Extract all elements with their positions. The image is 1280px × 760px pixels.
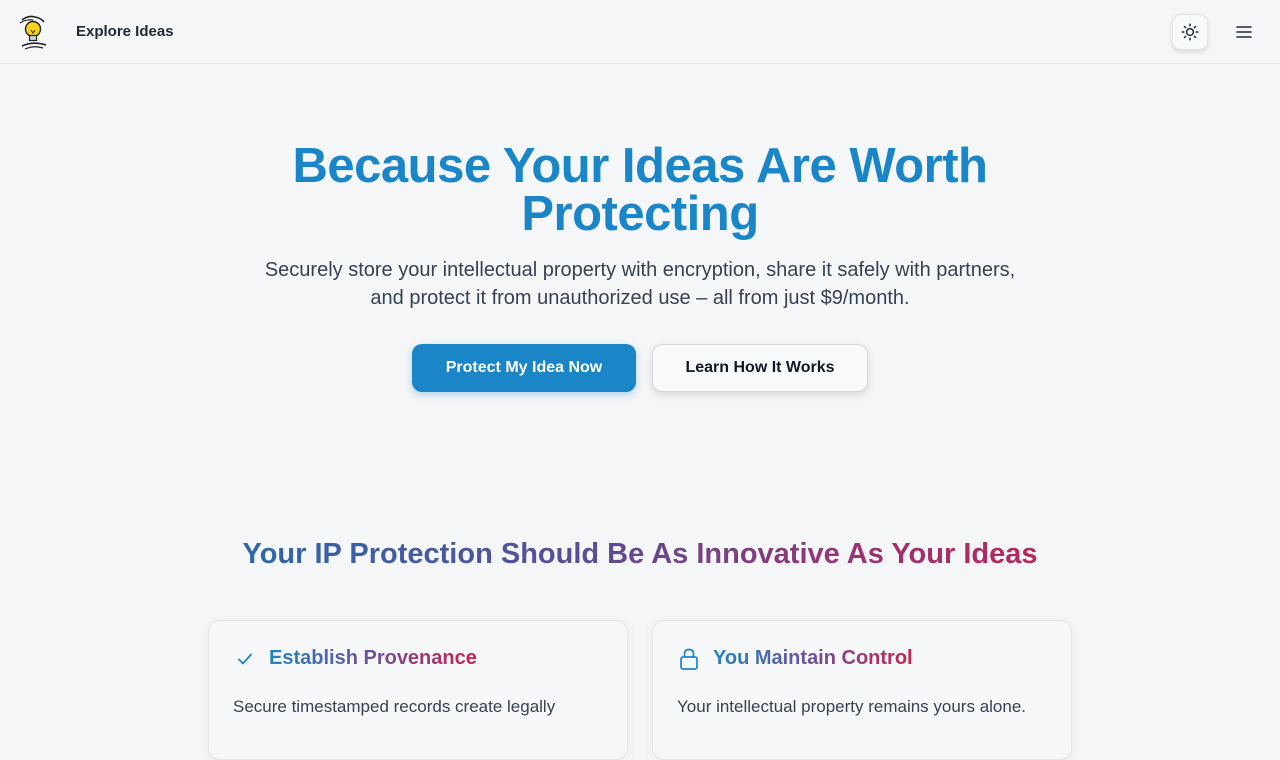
theme-toggle-button[interactable] bbox=[1172, 14, 1208, 50]
explore-ideas-link[interactable]: Explore Ideas bbox=[76, 23, 174, 41]
protect-my-idea-button[interactable]: Protect My Idea Now bbox=[412, 344, 636, 392]
features-section-title: Your IP Protection Should Be As Innovati… bbox=[140, 536, 1140, 572]
lock-icon bbox=[677, 647, 701, 671]
hamburger-menu-icon bbox=[1236, 26, 1252, 38]
feature-card-text: Secure timestamped records create legall… bbox=[233, 697, 556, 716]
feature-card-provenance: Establish Provenance Secure timestamped … bbox=[208, 620, 628, 760]
sun-icon bbox=[1181, 23, 1199, 41]
checkmark-icon bbox=[233, 647, 257, 671]
hero-subtitle: Securely store your intellectual propert… bbox=[264, 259, 1016, 309]
top-navigation-bar: Explore Ideas bbox=[0, 0, 1280, 64]
feature-card-text: Your intellectual property remains yours… bbox=[677, 697, 1027, 716]
feature-card-title: You Maintain Control bbox=[713, 647, 913, 669]
menu-button[interactable] bbox=[1228, 16, 1260, 48]
feature-card-title: Establish Provenance bbox=[269, 647, 477, 669]
feature-card-control: You Maintain Control Your intellectual p… bbox=[652, 620, 1072, 760]
learn-how-it-works-button[interactable]: Learn How It Works bbox=[652, 344, 868, 392]
hero-title: Because Your Ideas Are Worth Protecting bbox=[292, 139, 988, 241]
lightbulb-logo-icon[interactable] bbox=[16, 14, 50, 50]
